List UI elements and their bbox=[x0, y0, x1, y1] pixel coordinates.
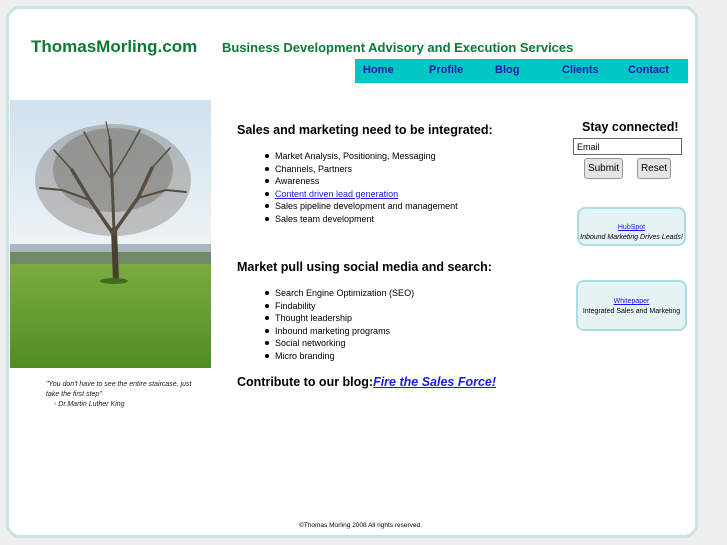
blog-link[interactable]: Fire the Sales Force! bbox=[373, 375, 496, 389]
blog-prefix: Contribute to our blog: bbox=[237, 375, 374, 389]
hubspot-link[interactable]: HubSpot bbox=[579, 223, 684, 233]
submit-button[interactable]: Submit bbox=[584, 158, 623, 179]
nav-home[interactable]: Home bbox=[363, 64, 394, 76]
whitepaper-desc: Integrated Sales and Marketing bbox=[582, 308, 681, 315]
site-name[interactable]: ThomasMorling.com bbox=[31, 37, 197, 57]
tagline: Business Development Advisory and Execut… bbox=[222, 40, 574, 55]
whitepaper-box: Whitepaper Integrated Sales and Marketin… bbox=[576, 280, 687, 331]
list-item: Social networking bbox=[264, 337, 414, 350]
section-heading-market-pull: Market pull using social media and searc… bbox=[237, 260, 492, 274]
section-heading-sales: Sales and marketing need to be integrate… bbox=[237, 123, 493, 137]
quote-author: - Dr.Martin Luther King bbox=[54, 401, 125, 408]
hubspot-box: HubSpot Inbound Marketing Drives Leads! bbox=[577, 207, 686, 246]
list-item: Channels, Partners bbox=[265, 163, 458, 176]
tree-photo bbox=[10, 100, 211, 368]
nav-blog[interactable]: Blog bbox=[495, 64, 519, 76]
hubspot-desc: Inbound Marketing Drives Leads! bbox=[580, 234, 683, 241]
list-item: Findability bbox=[264, 300, 414, 313]
list-item: Sales team development bbox=[265, 213, 458, 226]
market-pull-list: Search Engine Optimization (SEO) Findabi… bbox=[264, 287, 415, 363]
whitepaper-link[interactable]: Whitepaper bbox=[578, 297, 685, 307]
nav-profile[interactable]: Profile bbox=[429, 64, 463, 76]
blog-callout: Contribute to our blog:Fire the Sales Fo… bbox=[237, 375, 496, 389]
list-item: Inbound marketing programs bbox=[264, 325, 414, 338]
nav-contact[interactable]: Contact bbox=[628, 64, 669, 76]
list-item-link: Content driven lead generation bbox=[265, 188, 458, 201]
stay-connected-title: Stay connected! bbox=[582, 120, 679, 134]
quote-text: "You don't have to see the entire stairc… bbox=[46, 381, 192, 398]
content-lead-generation-link[interactable]: Content driven lead generation bbox=[275, 189, 398, 199]
list-item: Market Analysis, Positioning, Messaging bbox=[265, 150, 458, 163]
nav-clients[interactable]: Clients bbox=[562, 64, 599, 76]
list-item: Awareness bbox=[265, 175, 458, 188]
list-item: Search Engine Optimization (SEO) bbox=[264, 288, 415, 298]
list-item: Thought leadership bbox=[264, 312, 414, 325]
list-item: Micro branding bbox=[264, 350, 414, 363]
sales-list: Market Analysis, Positioning, Messaging … bbox=[265, 150, 458, 226]
footer-copyright: ©Thomas Morling 2008 All rights reserved… bbox=[299, 522, 422, 529]
list-item: Sales pipeline development and managemen… bbox=[265, 201, 458, 211]
email-field[interactable] bbox=[573, 138, 682, 155]
reset-button[interactable]: Reset bbox=[637, 158, 671, 179]
quote: "You don't have to see the entire stairc… bbox=[46, 380, 206, 410]
main-nav: Home Profile Blog Clients Contact bbox=[355, 59, 688, 83]
